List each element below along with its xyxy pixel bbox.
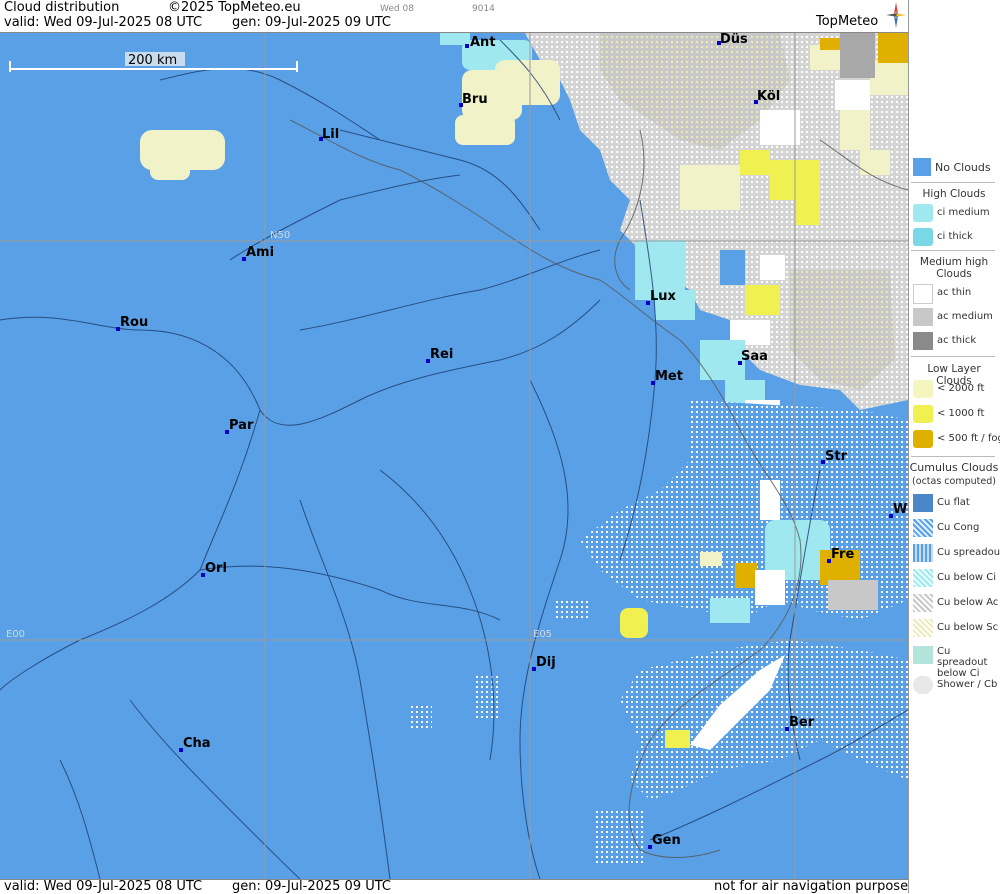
svg-text:Str: Str <box>825 449 848 464</box>
city-lil: Lil <box>319 127 339 142</box>
svg-text:Bru: Bru <box>462 92 488 107</box>
svg-text:Par: Par <box>229 418 254 433</box>
svg-text:Fre: Fre <box>831 547 854 562</box>
legend-high-heading: High Clouds <box>922 188 986 200</box>
svg-text:Ber: Ber <box>789 715 815 730</box>
svg-text:Lil: Lil <box>322 127 339 142</box>
grid-label-e00: E00 <box>6 629 25 640</box>
city-lux: Lux <box>646 289 677 305</box>
svg-text:Rei: Rei <box>430 347 453 362</box>
svg-text:Köl: Köl <box>757 89 780 104</box>
svg-text:Ant: Ant <box>470 35 496 50</box>
city-gen: Gen <box>648 833 681 849</box>
svg-text:Orl: Orl <box>205 561 227 576</box>
footer-disclaimer: not for air navigation purposes <box>714 879 915 894</box>
svg-text:Düs: Düs <box>720 33 748 47</box>
header-bar: Cloud distribution ©2025 TopMeteo.eu Wed… <box>0 0 908 33</box>
footer-generated-time: gen: 09-Jul-2025 09 UTC <box>232 879 391 894</box>
legend-cu-subheading: (octas computed) <box>912 476 996 487</box>
scattered-cu-dijon <box>475 675 500 720</box>
legend-panel: No Clouds High Clouds ci medium ci thick… <box>908 0 1000 893</box>
city-ami: Ami <box>242 245 274 261</box>
cloud-map[interactable]: N50 E00 E05 200 km Ant Düs Köl Bru Lil A… <box>0 33 908 879</box>
svg-text:Gen: Gen <box>652 833 681 848</box>
grid-label-e05: E05 <box>533 629 552 640</box>
legend-cu-heading: Cumulus Clouds <box>909 461 999 474</box>
city-kol: Köl <box>754 89 780 104</box>
scale-label: 200 km <box>128 53 177 68</box>
city-fre: Fre <box>827 547 854 563</box>
svg-text:Rou: Rou <box>120 315 148 330</box>
svg-text:Ami: Ami <box>246 245 274 260</box>
svg-text:Lux: Lux <box>650 289 677 304</box>
valid-time: valid: Wed 09-Jul-2025 08 UTC <box>4 15 203 30</box>
city-dij: Dij <box>532 655 556 671</box>
generated-time: gen: 09-Jul-2025 09 UTC <box>232 15 391 30</box>
city-cha: Cha <box>179 736 211 752</box>
city-orl: Orl <box>201 561 227 577</box>
city-par: Par <box>225 418 254 434</box>
footer-valid-time: valid: Wed 09-Jul-2025 08 UTC <box>4 879 203 894</box>
svg-text:Cha: Cha <box>183 736 211 751</box>
svg-text:W: W <box>893 502 907 517</box>
compass-rose-icon <box>886 2 906 28</box>
city-met: Met <box>651 369 683 385</box>
city-rei: Rei <box>426 347 453 363</box>
svg-text:Met: Met <box>655 369 683 384</box>
city-saa: Saa <box>738 349 768 365</box>
city-str: Str <box>821 449 848 464</box>
legend-medium-heading: Medium high Clouds <box>919 256 989 280</box>
svg-text:Dij: Dij <box>536 655 556 670</box>
city-ant: Ant <box>465 35 496 50</box>
copyright: ©2025 TopMeteo.eu <box>168 0 301 15</box>
city-rou: Rou <box>116 315 148 331</box>
grid-label-n50: N50 <box>270 230 290 241</box>
city-bru: Bru <box>459 92 488 107</box>
footer-bar: valid: Wed 09-Jul-2025 08 UTC gen: 09-Ju… <box>0 879 915 894</box>
topmeteo-logo-text[interactable]: TopMeteo <box>816 14 878 29</box>
city-ber: Ber <box>785 715 815 731</box>
small-code-label: 9014 <box>472 4 495 14</box>
legend-cu-spreadout-below-ci: Cu spreadout below Ci <box>911 644 999 679</box>
map-title: Cloud distribution <box>4 0 120 15</box>
small-day-label: Wed 08 <box>380 4 414 14</box>
svg-text:Saa: Saa <box>741 349 768 364</box>
city-dus: Düs <box>717 33 748 47</box>
